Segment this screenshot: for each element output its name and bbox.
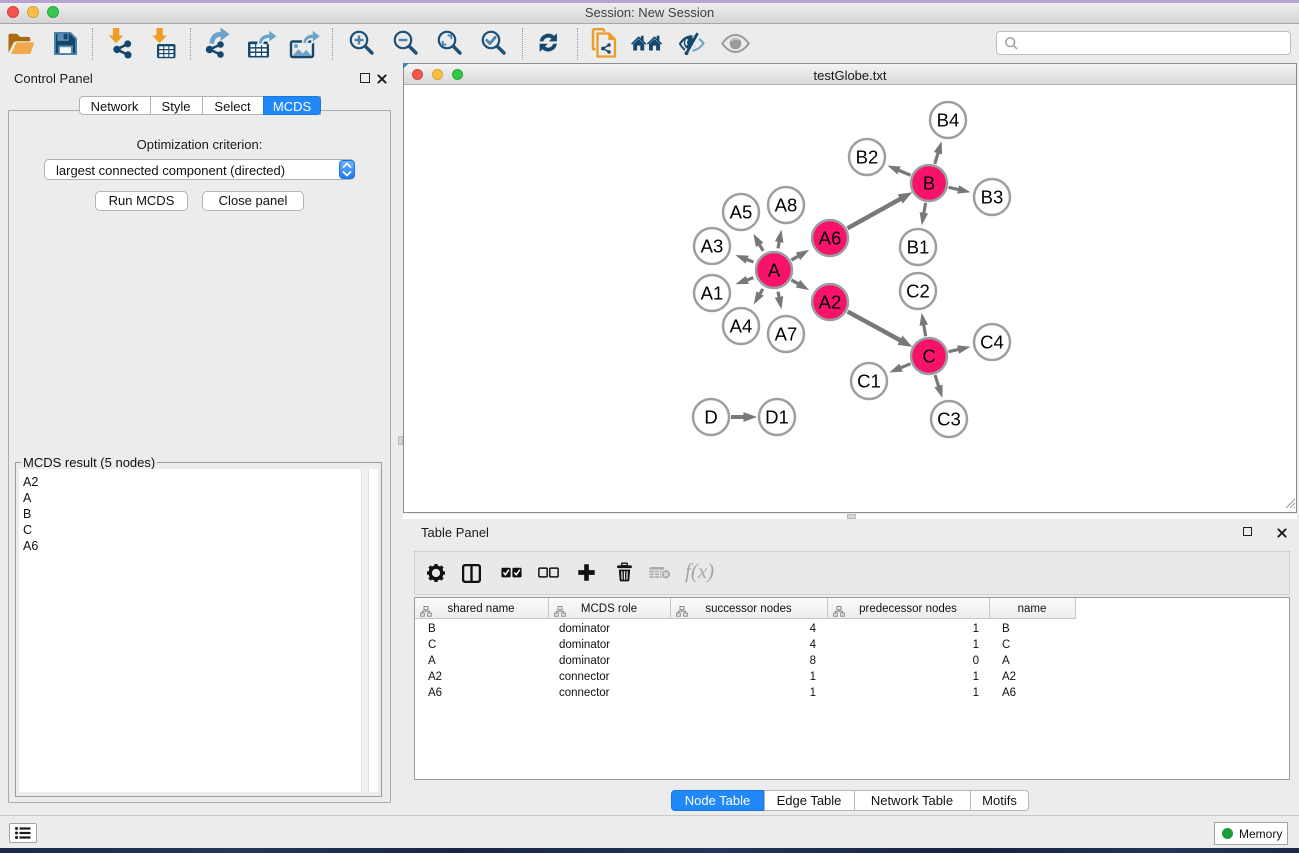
svg-text:A6: A6 xyxy=(819,228,842,249)
svg-text:D: D xyxy=(704,407,717,428)
svg-text:A2: A2 xyxy=(819,292,842,313)
svg-text:A1: A1 xyxy=(701,283,724,304)
svg-text:C1: C1 xyxy=(857,371,881,392)
svg-text:B4: B4 xyxy=(937,110,960,131)
svg-text:A5: A5 xyxy=(730,202,753,223)
svg-text:C3: C3 xyxy=(937,409,961,430)
svg-text:C2: C2 xyxy=(906,281,930,302)
svg-text:A4: A4 xyxy=(730,316,753,337)
svg-text:C: C xyxy=(922,346,935,367)
svg-text:B2: B2 xyxy=(856,147,879,168)
svg-text:B3: B3 xyxy=(981,187,1004,208)
svg-text:B: B xyxy=(923,173,935,194)
svg-text:B1: B1 xyxy=(907,237,930,258)
svg-text:A8: A8 xyxy=(775,195,798,216)
svg-text:A: A xyxy=(768,260,781,281)
svg-text:C4: C4 xyxy=(980,332,1004,353)
svg-text:A7: A7 xyxy=(775,324,798,345)
svg-text:D1: D1 xyxy=(765,407,789,428)
svg-text:A3: A3 xyxy=(701,236,724,257)
